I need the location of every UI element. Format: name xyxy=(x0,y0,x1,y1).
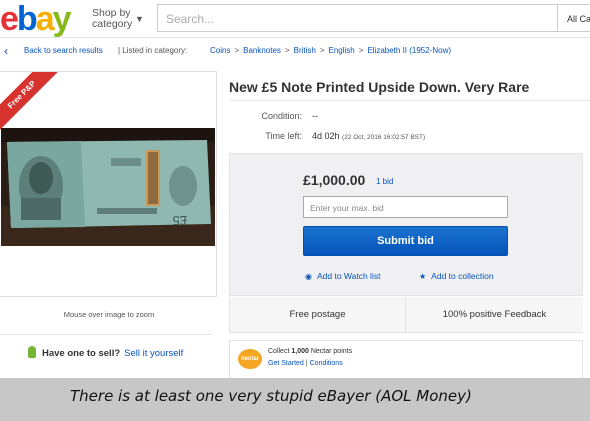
max-bid-input[interactable]: Enter your max. bid xyxy=(303,196,508,218)
nectar-get-started-link[interactable]: Get Started xyxy=(268,360,304,367)
bid-box xyxy=(229,153,583,296)
time-left-detail: (22 Oct, 2016 16:02:57 BST) xyxy=(342,134,426,141)
nectar-separator: | xyxy=(305,360,308,367)
crumb-separator: > xyxy=(358,46,364,55)
nectar-conditions-link[interactable]: Conditions xyxy=(310,360,343,367)
crumb-banknotes[interactable]: Banknotes xyxy=(243,46,281,55)
watchlist-label: Add to Watch list xyxy=(316,271,381,281)
crumb-separator: > xyxy=(234,46,240,55)
listing-title: New £5 Note Printed Upside Down. Very Ra… xyxy=(229,79,530,95)
feedback-cell[interactable]: 100% positive Feedback xyxy=(406,297,583,332)
category-trail: Coins > Banknotes > British > English > Elizabet… xyxy=(210,41,451,61)
crumb-elizabeth-ii[interactable]: Elizabeth II (1952-Now) xyxy=(367,46,451,55)
crumb-british[interactable]: British xyxy=(294,46,316,55)
nectar-collect-prefix: Collect xyxy=(268,348,290,355)
back-arrow-icon[interactable]: ‹ xyxy=(4,41,8,61)
listed-in-label: | Listed in category: xyxy=(118,46,188,55)
logo-letter-e: e xyxy=(0,0,19,38)
nectar-collect-text: Collect 1,000 Nectar points xyxy=(268,348,352,355)
nectar-links: Get Started | Conditions xyxy=(268,360,343,367)
current-price: £1,000.00 xyxy=(303,172,366,188)
info-cells: Free postage 100% positive Feedback xyxy=(229,297,583,333)
nectar-box: nectar Collect 1,000 Nectar points Get S… xyxy=(229,340,583,380)
add-to-watchlist-link[interactable]: ◉ Add to Watch list xyxy=(305,271,380,281)
star-icon: ★ xyxy=(419,272,427,281)
condition-label: Condition: xyxy=(261,111,302,121)
shop-by-line2: category xyxy=(92,18,133,30)
sell-it-yourself-link[interactable]: Sell it yourself xyxy=(124,348,183,359)
add-to-collection-link[interactable]: ★ Add to collection xyxy=(419,271,494,281)
sell-prompt: Have one to sell? Sell it yourself xyxy=(28,346,183,359)
ebay-logo[interactable]: ebay xyxy=(0,0,72,38)
time-left-value: 4d 02h (22 Oct, 2016 16:02:57 BST) xyxy=(312,131,425,141)
free-postage-cell: Free postage xyxy=(230,297,406,332)
time-left-label: Time left: xyxy=(265,131,302,141)
crumb-separator: > xyxy=(319,46,325,55)
banknote-image[interactable]: £5 xyxy=(1,128,215,246)
collection-label: Add to collection xyxy=(431,271,494,281)
category-select[interactable]: All Ca xyxy=(557,4,590,32)
title-divider xyxy=(229,100,590,101)
nectar-logo-icon: nectar xyxy=(238,349,262,369)
nectar-collect-suffix: Nectar points xyxy=(310,348,353,355)
crumb-separator: > xyxy=(284,46,290,55)
site-header: ebay Shop by category ▼ Search... All Ca xyxy=(0,0,590,38)
caption-text: There is at least one very stupid eBayer… xyxy=(70,387,472,405)
left-divider xyxy=(0,334,212,335)
item-image-panel[interactable]: Free P&P £5 xyxy=(0,71,217,297)
bid-count-link[interactable]: 1 bid xyxy=(376,177,393,186)
time-left-remaining: 4d 02h xyxy=(312,131,340,141)
crumb-english[interactable]: English xyxy=(329,46,355,55)
lightbulb-icon xyxy=(28,346,36,358)
logo-letter-y: y xyxy=(52,0,72,38)
nectar-points: 1,000 xyxy=(291,348,309,355)
shop-by-category-button[interactable]: Shop by category ▼ xyxy=(92,8,144,30)
logo-letter-a: a xyxy=(35,0,55,38)
zoom-hint: Mouse over image to zoom xyxy=(63,310,155,319)
back-to-search-link[interactable]: Back to search results xyxy=(24,41,103,61)
eye-icon: ◉ xyxy=(305,272,312,281)
sell-question: Have one to sell? xyxy=(42,348,121,359)
caption-bar: There is at least one very stupid eBayer… xyxy=(0,378,590,421)
free-pp-ribbon: Free P&P xyxy=(0,72,61,134)
svg-text:£5: £5 xyxy=(173,213,187,228)
crumb-coins[interactable]: Coins xyxy=(210,46,230,55)
breadcrumb: ‹ Back to search results | Listed in cat… xyxy=(0,41,590,61)
condition-value: -- xyxy=(312,111,318,121)
submit-bid-button[interactable]: Submit bid xyxy=(303,226,508,256)
logo-letter-b: b xyxy=(16,0,38,38)
chevron-down-icon: ▼ xyxy=(135,14,144,24)
search-input[interactable]: Search... xyxy=(157,4,557,32)
